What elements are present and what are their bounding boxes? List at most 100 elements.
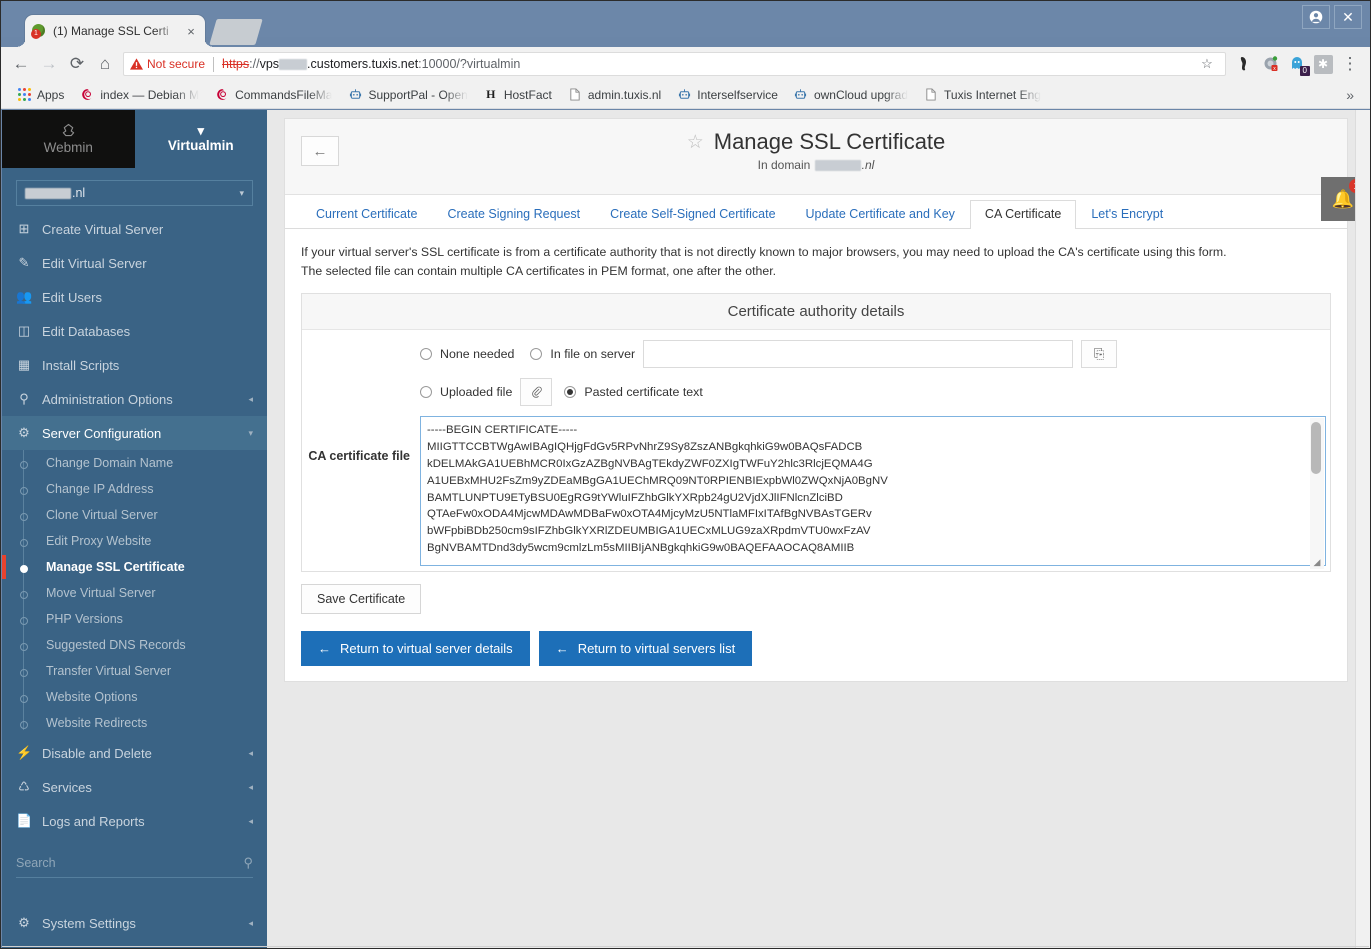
bookmark-apps[interactable]: Apps	[9, 84, 72, 106]
bookmark-item-7[interactable]: Tuxis Internet Eng	[916, 84, 1049, 106]
label-pasted-certificate-text[interactable]: Pasted certificate text	[584, 385, 702, 399]
sidebar-subitem-label: PHP Versions	[46, 612, 123, 626]
sidebar-search-input[interactable]: Search ⚲	[16, 848, 253, 878]
sidebar-item-edit-virtual-server[interactable]: ✎ Edit Virtual Server	[2, 246, 267, 280]
label-uploaded-file[interactable]: Uploaded file	[440, 385, 512, 399]
tab-current-certificate[interactable]: Current Certificate	[301, 200, 432, 229]
bookmark-star-icon[interactable]: ☆	[1195, 56, 1219, 72]
home-button[interactable]: ⌂	[91, 50, 119, 78]
sidebar-item-system-settings[interactable]: ⚙ System Settings ◂	[2, 906, 267, 940]
sidebar-item-services[interactable]: ♺ Services ◂	[2, 770, 267, 804]
url-host-suffix: .customers.tuxis.net	[307, 57, 419, 71]
sidebar-subitem-label: Edit Proxy Website	[46, 534, 152, 548]
return-to-virtual-server-details-button[interactable]: ← Return to virtual server details	[301, 631, 530, 667]
sidebar-subitem-edit-proxy-website[interactable]: Edit Proxy Website	[2, 528, 267, 554]
bookmark-item-0[interactable]: index — Debian M	[72, 84, 207, 106]
adblock-extension-icon[interactable]: x	[1258, 51, 1284, 77]
radio-uploaded-file[interactable]	[420, 386, 432, 399]
bookmark-item-6[interactable]: ownCloud upgrad	[786, 84, 916, 106]
sidebar-subitem-change-domain-name[interactable]: Change Domain Name	[2, 450, 267, 476]
page-back-button[interactable]: ←	[301, 136, 339, 166]
forward-button[interactable]: →	[35, 50, 63, 78]
certificate-text-input[interactable]	[420, 416, 1326, 567]
sidebar-subitem-move-virtual-server[interactable]: Move Virtual Server	[2, 580, 267, 606]
puzzle-extension-icon[interactable]: ✱	[1310, 51, 1336, 77]
ghostery-extension-icon[interactable]: 0	[1284, 51, 1310, 77]
page-header-center: ☆ Manage SSL Certificate In domain .nl	[285, 119, 1347, 172]
sidebar-item-server-configuration[interactable]: ⚙ Server Configuration ▾	[2, 416, 267, 450]
sidebar-item-label: System Settings	[42, 915, 136, 931]
bookmark-item-4[interactable]: admin.tuxis.nl	[560, 84, 669, 106]
domain-selector[interactable]: .nl ▾	[16, 180, 253, 206]
omnibox-divider	[213, 56, 215, 72]
page-scrollbar[interactable]	[1355, 110, 1370, 948]
tab-create-self-signed-certificate[interactable]: Create Self-Signed Certificate	[595, 200, 790, 229]
radio-pasted-certificate-text[interactable]	[564, 386, 577, 399]
sidebar-subitem-change-ip-address[interactable]: Change IP Address	[2, 476, 267, 502]
reload-button[interactable]: ⟳	[63, 50, 91, 78]
url-port: :10000	[418, 57, 457, 71]
bookmarks-overflow-button[interactable]: »	[1338, 87, 1362, 103]
chevron-left-icon: ◂	[248, 815, 253, 826]
debian-icon	[80, 88, 94, 102]
tab-update-certificate-and-key[interactable]: Update Certificate and Key	[791, 200, 970, 229]
label-none-needed[interactable]: None needed	[440, 347, 514, 361]
gnome-extension-icon[interactable]	[1232, 51, 1258, 77]
main-content: ← ☆ Manage SSL Certificate In domain .nl…	[267, 110, 1370, 948]
browser-tab-active[interactable]: 1 (1) Manage SSL Certi ×	[16, 15, 214, 47]
textarea-scrollbar-thumb[interactable]	[1311, 422, 1321, 475]
address-bar[interactable]: Not secure https://vps .customers.tuxis.n…	[123, 52, 1226, 76]
tab-create-signing-request[interactable]: Create Signing Request	[432, 200, 595, 229]
attach-file-button[interactable]	[520, 378, 553, 407]
file-chooser-button[interactable]: ⎘	[1081, 340, 1118, 369]
url-scheme: https	[222, 57, 250, 71]
radio-none-needed[interactable]	[420, 348, 432, 361]
sidebar-subitem-manage-ssl-certificate[interactable]: Manage SSL Certificate	[2, 554, 267, 580]
sidebar-subitem-website-redirects[interactable]: Website Redirects	[2, 710, 267, 736]
bookmark-item-2[interactable]: SupportPal - Open	[340, 84, 475, 106]
sidebar-subitem-website-options[interactable]: Website Options	[2, 684, 267, 710]
bookmark-item-5[interactable]: Interselfservice	[669, 84, 786, 106]
bookmark-item-3[interactable]: H HostFact	[476, 84, 560, 106]
save-certificate-button[interactable]: Save Certificate	[301, 584, 422, 615]
server-file-path-input[interactable]	[643, 340, 1074, 369]
new-tab-button[interactable]	[209, 19, 263, 45]
form-intro: If your virtual server's SSL certificate…	[301, 243, 1331, 281]
label-in-file-on-server[interactable]: In file on server	[550, 347, 635, 361]
textarea-resize-grip[interactable]: ◢	[1310, 555, 1324, 569]
favorite-star-icon[interactable]: ☆	[687, 131, 704, 154]
brand-virtualmin[interactable]: ▾ Virtualmin	[134, 110, 267, 168]
sidebar-item-edit-databases[interactable]: ◫ Edit Databases	[2, 314, 267, 348]
brand-webmin[interactable]: Webmin	[2, 110, 135, 168]
sidebar-item-create-virtual-server[interactable]: ⊞ Create Virtual Server	[2, 212, 267, 246]
bookmark-item-1[interactable]: CommandsFileMa	[207, 84, 340, 106]
sidebar-subitem-suggested-dns-records[interactable]: Suggested DNS Records	[2, 632, 267, 658]
tab-lets-encrypt[interactable]: Let's Encrypt	[1076, 200, 1178, 229]
fieldset-legend: Certificate authority details	[302, 294, 1330, 331]
sidebar-brand-switcher: Webmin ▾ Virtualmin	[2, 110, 267, 168]
tab-ca-certificate[interactable]: CA Certificate	[969, 200, 1077, 229]
url-separator: ://	[249, 57, 260, 71]
textarea-scrollbar[interactable]	[1310, 418, 1324, 570]
sidebar-item-logs-and-reports[interactable]: 📄 Logs and Reports ◂	[2, 804, 267, 838]
file-text-icon: 📄	[16, 813, 33, 828]
sidebar-item-disable-and-delete[interactable]: ⚡ Disable and Delete ◂	[2, 736, 267, 770]
sidebar-subitem-clone-virtual-server[interactable]: Clone Virtual Server	[2, 502, 267, 528]
sidebar-item-administration-options[interactable]: ⚲ Administration Options ◂	[2, 382, 267, 416]
favicon-badge: 1	[31, 29, 41, 39]
bookmarks-bar: Apps index — Debian M CommandsFileMa Sup…	[1, 81, 1370, 109]
sidebar-subitem-php-versions[interactable]: PHP Versions	[2, 606, 267, 632]
radio-in-file-on-server[interactable]	[530, 348, 543, 361]
tab-close-icon[interactable]: ×	[183, 24, 199, 39]
tab-title: (1) Manage SSL Certi	[53, 24, 169, 38]
debian-icon	[215, 88, 229, 102]
sidebar-subitem-transfer-virtual-server[interactable]: Transfer Virtual Server	[2, 658, 267, 684]
arrow-left-icon: ←	[318, 641, 331, 657]
back-button[interactable]: ←	[7, 50, 35, 78]
sidebar-item-install-scripts[interactable]: ▦ Install Scripts	[2, 348, 267, 382]
return-to-virtual-servers-list-button[interactable]: ← Return to virtual servers list	[538, 631, 753, 667]
page-icon	[924, 88, 938, 102]
sidebar-item-label: Services	[42, 779, 92, 795]
sidebar-item-edit-users[interactable]: 👥 Edit Users	[2, 280, 267, 314]
browser-menu-button[interactable]: ⋮	[1336, 50, 1364, 78]
